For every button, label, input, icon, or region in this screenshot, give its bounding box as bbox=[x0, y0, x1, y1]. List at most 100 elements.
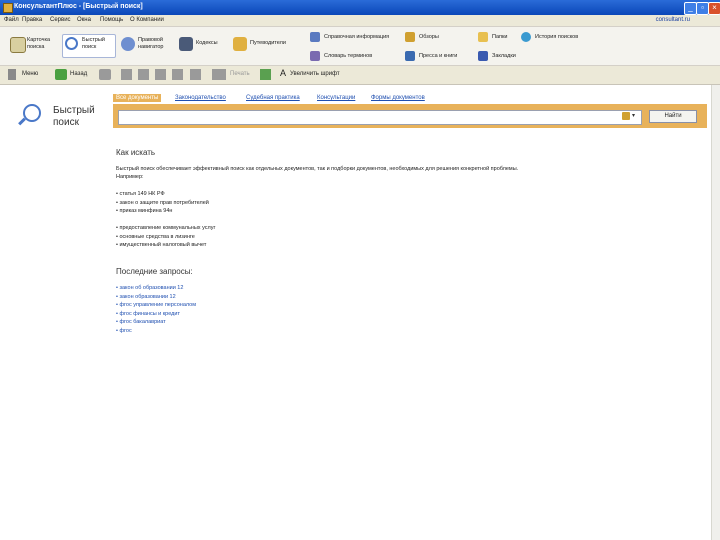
recent-query-link[interactable]: фгос bbox=[116, 327, 196, 336]
zoom-label[interactable]: Увеличить шрифт bbox=[290, 71, 340, 77]
guides-label: Путеводители bbox=[250, 40, 286, 46]
folder-icon bbox=[478, 32, 488, 42]
recent-query-link[interactable]: фгос бакалавриат bbox=[116, 318, 196, 327]
glossary-icon bbox=[310, 51, 320, 61]
word-icon[interactable] bbox=[190, 69, 201, 80]
signpost-icon bbox=[233, 37, 247, 51]
menu-bar: Файл Правка Сервис Окна Помощь О Компани… bbox=[0, 15, 720, 27]
glossary-button[interactable]: Словарь терминов bbox=[310, 51, 390, 63]
examples-list-1: статья 149 НК РФ закон о защите прав пот… bbox=[116, 190, 209, 216]
navigation-toolbar: Меню Назад Печать A Увеличить шрифт bbox=[0, 66, 720, 85]
menu-company[interactable]: О Компании bbox=[130, 17, 164, 23]
menu-file[interactable]: Файл bbox=[4, 17, 19, 23]
legal-navigator-label-1: Правовой bbox=[138, 37, 163, 43]
list-item: приказ минфина 94н bbox=[116, 207, 209, 216]
search-card-label-2: поиска bbox=[27, 44, 45, 50]
recent-queries-list: закон об образовании 12 закон образовани… bbox=[116, 284, 196, 335]
tab-all-documents[interactable]: Все документы bbox=[113, 94, 162, 102]
vertical-scrollbar[interactable] bbox=[711, 85, 720, 540]
menu-icon[interactable] bbox=[8, 69, 16, 80]
tab-legislation[interactable]: Законодательство bbox=[175, 95, 226, 101]
reviews-button[interactable]: Обзоры bbox=[405, 32, 455, 44]
menu-edit[interactable]: Правка bbox=[22, 17, 42, 23]
recent-query-link[interactable]: закон об образовании 12 bbox=[116, 284, 196, 293]
reference-info-icon bbox=[310, 32, 320, 42]
back-arrow-icon[interactable] bbox=[55, 69, 67, 80]
edit-icon[interactable] bbox=[260, 69, 271, 80]
quick-search-label-2: поиск bbox=[82, 44, 97, 50]
site-link[interactable]: consultant.ru bbox=[656, 17, 690, 23]
search-history-label: История поисков bbox=[535, 34, 579, 40]
back-label[interactable]: Назад bbox=[70, 71, 87, 77]
find-button[interactable]: Найти bbox=[649, 110, 697, 123]
search-input[interactable] bbox=[118, 110, 642, 125]
menu-label[interactable]: Меню bbox=[22, 71, 38, 77]
guides-button[interactable]: Путеводители bbox=[233, 35, 297, 57]
search-card-icon bbox=[10, 37, 26, 53]
forward-arrow-icon[interactable] bbox=[99, 69, 111, 80]
bookmark-icon bbox=[478, 51, 488, 61]
quick-search-button[interactable]: Быстрый поиск bbox=[62, 34, 116, 58]
bookmarks-label: Закладки bbox=[492, 53, 516, 59]
recent-query-link[interactable]: фгос финансы и кредит bbox=[116, 310, 196, 319]
print-label[interactable]: Печать bbox=[230, 71, 250, 77]
menu-service[interactable]: Сервис bbox=[50, 17, 71, 23]
panel-title-2: поиск bbox=[53, 117, 79, 128]
panel-title: Быстрый поиск bbox=[53, 105, 95, 129]
compass-icon bbox=[121, 37, 135, 51]
codes-label: Кодексы bbox=[196, 40, 218, 46]
window-title: КонсультантПлюс - [Быстрый поиск] bbox=[14, 3, 143, 10]
chevron-down-icon[interactable]: ▾ bbox=[632, 111, 638, 121]
quick-search-label-1: Быстрый bbox=[82, 37, 105, 43]
list-item: статья 149 НК РФ bbox=[116, 190, 209, 199]
recent-query-link[interactable]: фгос управление персоналом bbox=[116, 301, 196, 310]
legal-navigator-button[interactable]: Правовой навигатор bbox=[121, 35, 173, 57]
search-history-button[interactable]: История поисков bbox=[521, 32, 591, 44]
codes-button[interactable]: Кодексы bbox=[179, 35, 229, 57]
bookmarks-button[interactable]: Закладки bbox=[478, 51, 528, 63]
magnifier-icon bbox=[65, 37, 78, 50]
glossary-label: Словарь терминов bbox=[324, 53, 373, 59]
save-icon[interactable] bbox=[155, 69, 166, 80]
quick-search-panel-icon-handle bbox=[18, 117, 26, 126]
menu-windows[interactable]: Окна bbox=[77, 17, 91, 23]
printer-icon[interactable] bbox=[212, 69, 226, 80]
app-icon bbox=[3, 3, 13, 13]
folders-button[interactable]: Папки bbox=[478, 32, 518, 44]
list-item: основные средства в лизинге bbox=[116, 233, 215, 242]
menu-help[interactable]: Помощь bbox=[100, 17, 123, 23]
reference-info-button[interactable]: Справочная информация bbox=[310, 32, 400, 44]
reviews-label: Обзоры bbox=[419, 34, 439, 40]
main-toolbar: Карточка поиска Быстрый поиск Правовой нави… bbox=[0, 27, 720, 66]
press-books-icon bbox=[405, 51, 415, 61]
title-bar: КонсультантПлюс - [Быстрый поиск] _ ▫ × bbox=[0, 0, 720, 15]
copy-icon[interactable] bbox=[172, 69, 183, 80]
press-books-label: Пресса и книги bbox=[419, 53, 458, 59]
press-books-button[interactable]: Пресса и книги bbox=[405, 51, 475, 63]
examples-list-2: предоставление коммунальных услуг основн… bbox=[116, 224, 215, 250]
folders-label: Папки bbox=[492, 34, 508, 40]
tab-document-forms[interactable]: Формы документов bbox=[371, 95, 425, 101]
search-options-icon[interactable] bbox=[622, 112, 630, 120]
recent-heading: Последние запросы: bbox=[116, 267, 193, 276]
book-icon bbox=[179, 37, 193, 51]
close-button[interactable]: × bbox=[708, 2, 720, 15]
how-to-text: Быстрый поиск обеспечивает эффективный п… bbox=[116, 166, 519, 172]
list-item: закон о защите прав потребителей bbox=[116, 199, 208, 208]
tab-court-practice[interactable]: Судебная практика bbox=[246, 95, 300, 101]
reference-info-label: Справочная информация bbox=[324, 34, 390, 40]
search-card-label-1: Карточка bbox=[27, 37, 51, 43]
search-card-button[interactable]: Карточка поиска bbox=[10, 35, 60, 57]
recent-query-link[interactable]: закон образовании 12 bbox=[116, 293, 196, 302]
how-to-example-intro: Например: bbox=[116, 174, 144, 180]
how-to-heading: Как искать bbox=[116, 148, 156, 157]
list-item: предоставление коммунальных услуг bbox=[116, 224, 215, 233]
export-icon[interactable] bbox=[138, 69, 149, 80]
font-size-icon[interactable]: A bbox=[280, 68, 286, 78]
legal-navigator-label-2: навигатор bbox=[138, 44, 164, 50]
document-icon[interactable] bbox=[121, 69, 132, 80]
tab-consultations[interactable]: Консультации bbox=[317, 95, 355, 101]
panel-title-1: Быстрый bbox=[53, 105, 95, 116]
list-item: имущественный налоговый вычет bbox=[116, 241, 215, 250]
history-icon bbox=[521, 32, 531, 42]
